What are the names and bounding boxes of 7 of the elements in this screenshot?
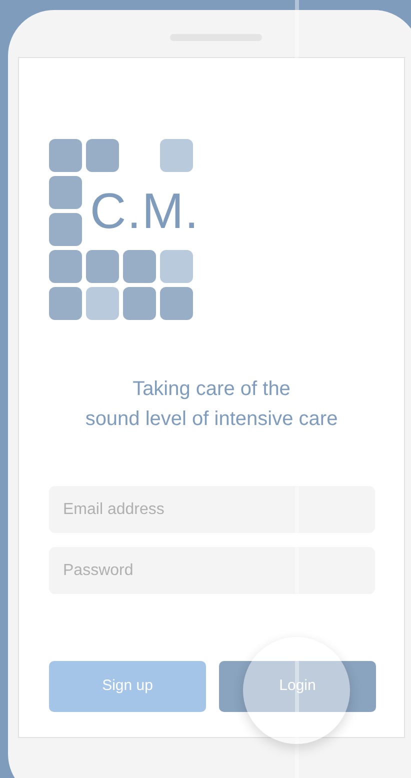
signup-button[interactable]: Sign up [49, 661, 206, 712]
login-button[interactable]: Login [219, 661, 376, 712]
tagline-text: Taking care of the [132, 377, 290, 402]
email-field[interactable]: Email address [49, 486, 375, 533]
password-field[interactable]: Password [49, 547, 375, 594]
logo-drawing: C.M. [49, 139, 193, 320]
tagline-text: sound level of intensive care [85, 407, 338, 432]
